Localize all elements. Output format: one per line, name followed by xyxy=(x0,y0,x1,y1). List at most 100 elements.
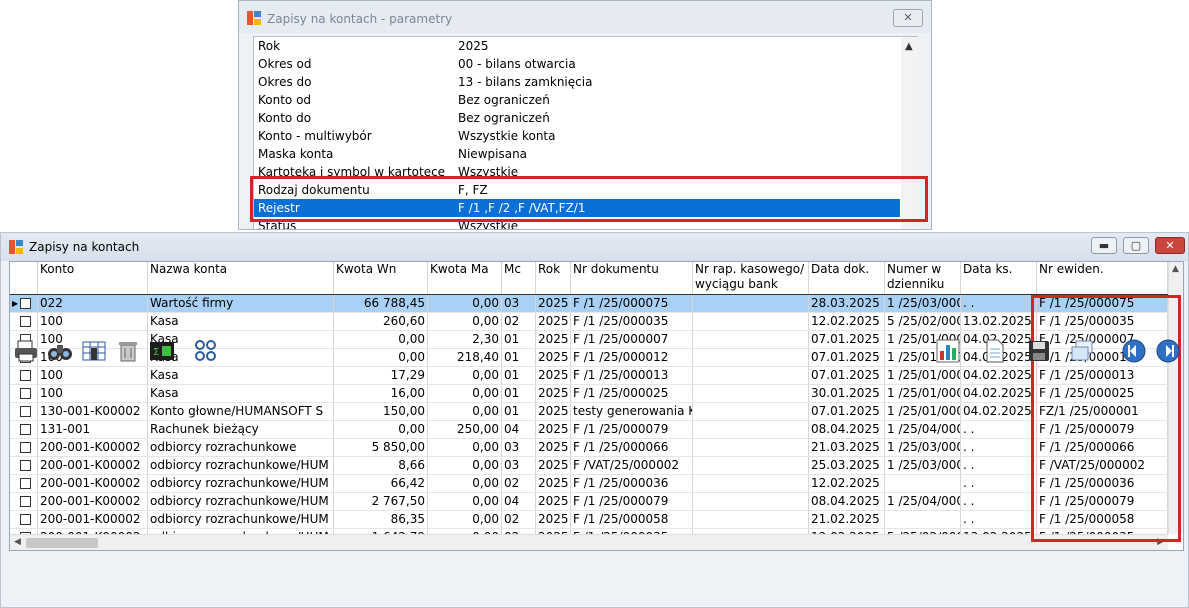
row-selector[interactable] xyxy=(10,385,38,402)
row-checkbox[interactable] xyxy=(20,370,31,381)
column-header[interactable]: Rok xyxy=(536,262,571,294)
binoculars-icon[interactable] xyxy=(46,337,74,365)
table-row[interactable]: 130-001-K00002 Konto głowne/HUMANSOFT S 15… xyxy=(10,403,1168,421)
row-checkbox[interactable] xyxy=(20,388,31,399)
column-header[interactable] xyxy=(10,262,38,294)
parameter-row[interactable]: Konto do Bez ograniczeń xyxy=(254,109,900,127)
column-header[interactable]: Numer w dzienniku xyxy=(885,262,961,294)
row-selector[interactable] xyxy=(10,475,38,492)
parameter-row[interactable]: Status Wszystkie xyxy=(254,217,900,229)
grid-columns-icon[interactable] xyxy=(80,337,108,365)
table-row[interactable]: 131-001 Rachunek bieżący 0,00 250,00 04 2025 F… xyxy=(10,421,1168,439)
column-header[interactable]: Konto xyxy=(38,262,148,294)
windows-icon[interactable] xyxy=(1068,337,1096,365)
table-row[interactable]: ▶ 022 Wartość firmy 66 788,45 0,00 03 2025 F /1… xyxy=(10,295,1168,313)
row-selector[interactable]: ▶ xyxy=(10,295,38,312)
vertical-scrollbar[interactable]: ▲ xyxy=(1168,262,1183,534)
table-row[interactable]: 100 Kasa 17,29 0,00 01 2025 F /1 /25/000013 07.… xyxy=(10,367,1168,385)
column-header[interactable]: Mc xyxy=(502,262,536,294)
parameters-dialog-titlebar[interactable]: Zapisy na kontach - parametry ✕ xyxy=(239,1,931,33)
minimize-button[interactable]: ▬ xyxy=(1091,237,1117,254)
excel-export-icon[interactable]: Σ xyxy=(148,337,176,365)
column-header[interactable]: Data ks. xyxy=(961,262,1037,294)
row-checkbox[interactable] xyxy=(20,514,31,525)
maximize-button[interactable]: ▢ xyxy=(1123,237,1149,254)
row-checkbox[interactable] xyxy=(20,460,31,471)
table-cell: 0,00 xyxy=(428,511,502,528)
table-cell: F /1 /25/000058 xyxy=(571,511,693,528)
scroll-thumb[interactable] xyxy=(26,538,98,548)
table-cell: 131-001 xyxy=(38,421,148,438)
parameter-row[interactable]: Rok 2025 xyxy=(254,37,900,55)
column-header[interactable]: Data dok. xyxy=(809,262,885,294)
parameter-row[interactable]: Konto - multiwybór Wszystkie konta xyxy=(254,127,900,145)
table-cell: F /1 /25/000012 xyxy=(1037,349,1168,366)
table-cell: F /1 /25/000058 xyxy=(1037,511,1168,528)
parameter-row[interactable]: Konto od Bez ograniczeń xyxy=(254,91,900,109)
filter-links-icon[interactable] xyxy=(192,337,220,365)
parameter-row[interactable]: Rodzaj dokumentu F, FZ xyxy=(254,181,900,199)
column-header[interactable]: Nr ewiden. xyxy=(1037,262,1168,294)
printer-icon[interactable] xyxy=(12,337,40,365)
nav-forward-icon[interactable] xyxy=(1154,337,1182,365)
row-selector[interactable] xyxy=(10,439,38,456)
document-icon[interactable] xyxy=(980,337,1008,365)
row-selector[interactable] xyxy=(10,493,38,510)
column-header[interactable]: Kwota Wn xyxy=(334,262,428,294)
parameters-scrollbar[interactable]: ▲ xyxy=(901,37,918,229)
column-header[interactable]: Kwota Ma xyxy=(428,262,502,294)
row-checkbox[interactable] xyxy=(20,496,31,507)
chart-icon[interactable] xyxy=(934,337,962,365)
table-cell: F /1 /25/000079 xyxy=(1037,421,1168,438)
table-cell xyxy=(693,295,809,312)
table-row[interactable]: 100 Kasa 16,00 0,00 01 2025 F /1 /25/000025 30.… xyxy=(10,385,1168,403)
row-checkbox[interactable] xyxy=(20,424,31,435)
table-cell: 1 /25/04/000 xyxy=(887,421,961,438)
scroll-left-arrow-icon[interactable]: ◀ xyxy=(14,537,21,547)
table-row[interactable]: 100 Kasa 260,60 0,00 02 2025 F /1 /25/000035 12… xyxy=(10,313,1168,331)
row-selector[interactable] xyxy=(10,421,38,438)
table-cell: 04.02.2025 xyxy=(961,367,1037,384)
parameter-row[interactable]: Okres od 00 - bilans otwarcia xyxy=(254,55,900,73)
column-header[interactable]: Nazwa konta xyxy=(148,262,334,294)
table-cell: 86,35 xyxy=(334,511,428,528)
column-header[interactable]: Nr dokumentu xyxy=(571,262,693,294)
table-cell: 03 xyxy=(502,439,536,456)
horizontal-scrollbar[interactable]: ◀ ▶ xyxy=(10,534,1168,550)
table-row[interactable]: 200-001-K00002odbiorcy rozrachunkowe/HUM… xyxy=(10,457,1168,475)
parameter-row[interactable]: Rejestr F /1 ,F /2 ,F /VAT,FZ/1 xyxy=(254,199,900,217)
trash-icon[interactable] xyxy=(114,337,142,365)
row-selector[interactable] xyxy=(10,313,38,330)
column-header[interactable]: Nr rap. kasowego/ wyciągu bank xyxy=(693,262,809,294)
parameter-row[interactable]: Maska konta Niewpisana xyxy=(254,145,900,163)
main-window-titlebar[interactable]: Zapisy na kontach ▬ ▢ ✕ xyxy=(1,233,1188,261)
row-selector[interactable] xyxy=(10,367,38,384)
row-checkbox[interactable] xyxy=(20,316,31,327)
scroll-up-arrow-icon[interactable]: ▲ xyxy=(905,41,913,52)
table-cell: 2025 xyxy=(536,511,571,528)
row-checkbox[interactable] xyxy=(20,442,31,453)
table-row[interactable]: 200-001-K00002odbiorcy rozrachunkowe/HUM… xyxy=(10,493,1168,511)
row-checkbox[interactable] xyxy=(20,406,31,417)
scroll-right-arrow-icon[interactable]: ▶ xyxy=(1157,537,1164,547)
parameter-row[interactable]: Okres do 13 - bilans zamknięcia xyxy=(254,73,900,91)
parameter-row[interactable]: Kartoteka i symbol w kartotece Wszystkie xyxy=(254,163,900,181)
table-row[interactable]: 200-001-K00002 odbiorcy rozrachunkowe 5 85… xyxy=(10,439,1168,457)
main-window: Zapisy na kontach ▬ ▢ ✕ Konto Nazwa konta… xyxy=(0,232,1189,608)
close-button[interactable]: ✕ xyxy=(893,9,923,27)
table-cell: 01 xyxy=(502,403,536,420)
row-selector[interactable] xyxy=(10,457,38,474)
records-table: Konto Nazwa konta Kwota Wn Kwota Ma Mc Rok Nr … xyxy=(9,261,1184,551)
row-checkbox[interactable] xyxy=(20,298,31,309)
nav-back-icon[interactable] xyxy=(1120,337,1148,365)
table-row[interactable]: 200-001-K00002odbiorcy rozrachunkowe/HUM… xyxy=(10,475,1168,493)
row-checkbox[interactable] xyxy=(20,478,31,489)
table-cell: . . xyxy=(961,421,1037,438)
save-icon[interactable] xyxy=(1025,337,1053,365)
table-row[interactable]: 200-001-K00002odbiorcy rozrachunkowe/HUM… xyxy=(10,511,1168,529)
table-cell: 0,00 xyxy=(428,439,502,456)
close-button[interactable]: ✕ xyxy=(1155,237,1185,254)
scroll-up-arrow-icon[interactable]: ▲ xyxy=(1172,264,1179,274)
row-selector[interactable] xyxy=(10,511,38,528)
row-selector[interactable] xyxy=(10,403,38,420)
